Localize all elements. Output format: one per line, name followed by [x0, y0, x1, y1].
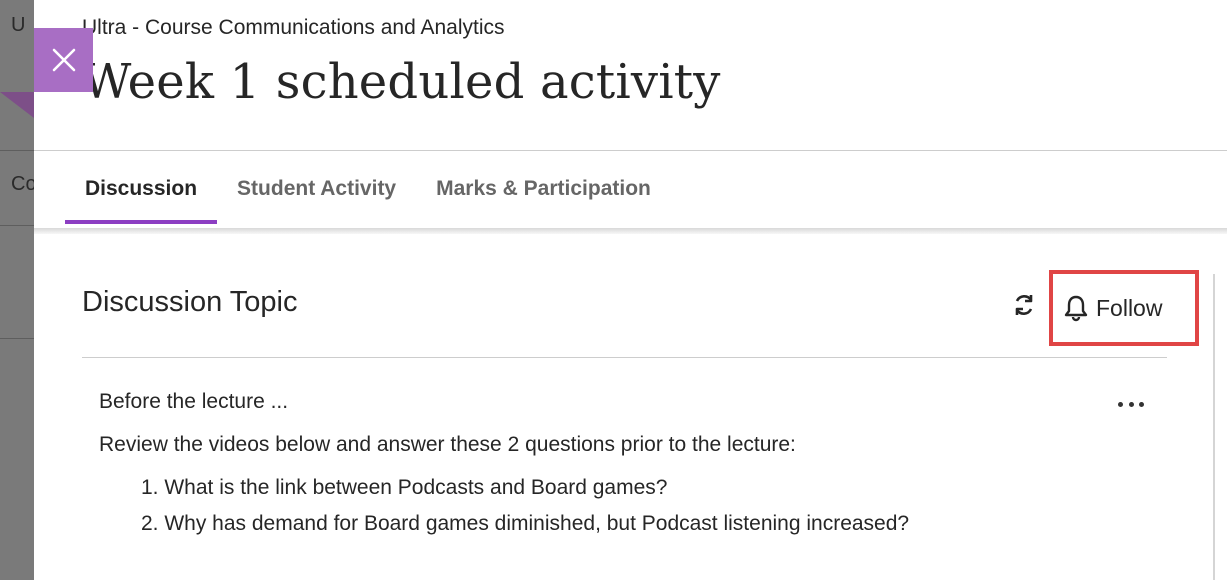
- discussion-post: Before the lecture ... Review the videos…: [99, 390, 1149, 535]
- list-item: 1. What is the link between Podcasts and…: [141, 476, 668, 499]
- follow-button[interactable]: Follow: [1049, 270, 1199, 346]
- course-name: Ultra - Course Communications and Analyt…: [82, 16, 505, 39]
- refresh-icon: [1015, 295, 1033, 315]
- topic-divider: [82, 357, 1167, 358]
- panel-tabs: Discussion Student Activity Marks & Part…: [65, 152, 671, 228]
- tab-marks-participation[interactable]: Marks & Participation: [416, 152, 671, 226]
- discussion-topic-heading: Discussion Topic: [82, 286, 298, 318]
- more-options-icon: [1139, 401, 1144, 407]
- background-text-fragment: U: [11, 14, 26, 36]
- background-divider: [0, 225, 34, 226]
- background-divider: [0, 150, 34, 151]
- background-divider: [0, 338, 34, 339]
- panel-header: Ultra - Course Communications and Analyt…: [34, 0, 1227, 151]
- more-options-icon: [1128, 401, 1134, 407]
- tab-student-activity[interactable]: Student Activity: [217, 152, 416, 226]
- close-icon: [52, 48, 75, 72]
- close-panel-button[interactable]: [34, 28, 93, 92]
- background-text-fragment: Co: [11, 173, 34, 195]
- close-tab-fold: [0, 92, 34, 118]
- discussion-panel: Ultra - Course Communications and Analyt…: [34, 0, 1227, 580]
- question-list: 1. What is the link between Podcasts and…: [141, 476, 909, 548]
- discussion-content: Discussion Topic Follow Before the lectu…: [82, 234, 1199, 580]
- refresh-button[interactable]: [1010, 291, 1038, 319]
- bell-icon: [1064, 295, 1088, 322]
- post-intro: Before the lecture ...: [99, 390, 289, 413]
- scrollbar[interactable]: [1213, 274, 1215, 580]
- page-title: Week 1 scheduled activity: [82, 54, 721, 110]
- follow-label: Follow: [1096, 294, 1163, 321]
- tab-discussion[interactable]: Discussion: [65, 152, 218, 226]
- post-instructions: Review the videos below and answer these…: [99, 433, 796, 456]
- list-item: 2. Why has demand for Board games dimini…: [141, 512, 910, 535]
- more-options-button[interactable]: [1116, 394, 1146, 414]
- more-options-icon: [1118, 401, 1123, 407]
- background-page: U Co: [0, 0, 34, 580]
